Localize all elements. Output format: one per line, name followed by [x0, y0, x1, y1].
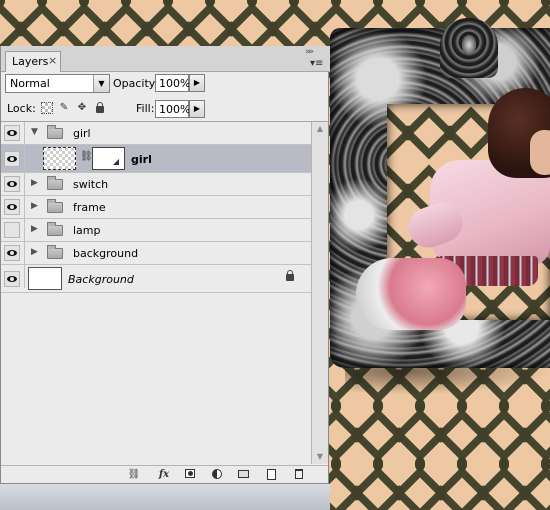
chain-link-icon[interactable]: ⛓	[80, 151, 93, 162]
delete-trash-icon[interactable]	[291, 468, 307, 482]
layer-thumbnail[interactable]	[43, 147, 76, 170]
visibility-toggle-off[interactable]	[4, 222, 20, 238]
add-mask-icon[interactable]	[182, 468, 198, 482]
blend-opacity-row: Normal ▼ Opacity: 100% ▶	[1, 72, 328, 98]
layer-name: girl	[73, 127, 91, 140]
blend-mode-value: Normal	[10, 77, 50, 90]
mask-corner-icon: ◢	[112, 157, 119, 166]
visibility-toggle[interactable]	[4, 176, 20, 192]
girl-face	[530, 130, 550, 175]
eye-icon	[7, 181, 17, 187]
padlock-icon	[286, 270, 294, 281]
eye-icon	[7, 204, 17, 210]
layer-row-switch-group[interactable]: ▶ switch	[1, 173, 311, 196]
layer-row-background-group[interactable]: ▶ background	[1, 242, 311, 265]
lock-transparent-pixels-icon[interactable]	[41, 102, 53, 114]
layer-row-frame-group[interactable]: ▶ frame	[1, 196, 311, 219]
row-divider	[24, 265, 25, 288]
layers-list: ▼ girl ⛓ ◢ girl ▶ switch ▶ frame ▶ lamp …	[1, 122, 311, 466]
panel-menu-icon[interactable]: ▾≡	[310, 58, 323, 69]
row-divider	[24, 145, 25, 173]
lock-label: Lock:	[7, 102, 36, 115]
layer-row-lamp-group[interactable]: ▶ lamp	[1, 219, 311, 242]
lock-image-pixels-brush-icon[interactable]: ✎	[58, 102, 70, 114]
blend-mode-select[interactable]: Normal ▼	[5, 74, 110, 93]
tab-layers[interactable]: Layers ×	[5, 51, 61, 72]
toy-bunny	[356, 258, 466, 330]
opacity-label: Opacity:	[113, 77, 159, 90]
layer-name: girl	[131, 153, 152, 166]
visibility-toggle[interactable]	[4, 245, 20, 261]
disclosure-collapsed-icon[interactable]: ▶	[31, 201, 38, 211]
visibility-toggle[interactable]	[4, 271, 20, 287]
chevron-down-icon[interactable]: ▼	[93, 75, 109, 92]
adjustment-layer-icon[interactable]	[209, 468, 225, 482]
lock-fill-row: Lock: ✎ ✥ Fill: 100% ▶	[1, 98, 328, 122]
lock-position-move-icon[interactable]: ✥	[76, 102, 88, 114]
new-group-folder-icon[interactable]	[235, 468, 251, 482]
opacity-input[interactable]: 100%	[155, 74, 190, 92]
layer-name: switch	[73, 178, 109, 191]
layer-name: frame	[73, 201, 106, 214]
fill-input[interactable]: 100%	[155, 100, 190, 118]
row-divider	[24, 122, 25, 145]
folder-icon	[47, 125, 63, 139]
folder-icon	[47, 176, 63, 190]
row-divider	[24, 196, 25, 219]
collapse-icon[interactable]: »»	[305, 47, 314, 57]
row-divider	[24, 173, 25, 196]
fill-label: Fill:	[136, 102, 155, 115]
layers-panel: Layers × »» ▾≡ Normal ▼ Opacity: 100% ▶ …	[0, 46, 330, 484]
layer-row-girl-group[interactable]: ▼ girl	[1, 122, 311, 145]
layer-name: background	[73, 247, 139, 260]
eye-icon	[7, 250, 17, 256]
disclosure-collapsed-icon[interactable]: ▶	[31, 178, 38, 188]
disclosure-expanded-icon[interactable]: ▼	[31, 127, 38, 137]
scroll-down-icon[interactable]: ▼	[312, 450, 328, 464]
opacity-slider-arrow-icon[interactable]: ▶	[189, 74, 205, 92]
disclosure-collapsed-icon[interactable]: ▶	[31, 247, 38, 257]
tab-layers-label: Layers	[12, 55, 49, 68]
tab-close-icon[interactable]: ×	[48, 54, 57, 67]
panel-footer: ⛓ fx	[1, 465, 328, 483]
new-layer-icon[interactable]	[263, 468, 279, 482]
frame-crest-ornament	[440, 18, 498, 78]
row-divider	[24, 219, 25, 242]
disclosure-collapsed-icon[interactable]: ▶	[31, 224, 38, 234]
scroll-up-icon[interactable]: ▲	[312, 122, 328, 136]
row-divider	[24, 242, 25, 265]
layer-name: Background	[68, 273, 134, 286]
layer-thumbnail[interactable]	[28, 267, 62, 290]
layer-row-background-layer[interactable]: Background	[1, 265, 311, 293]
eye-icon	[7, 276, 17, 282]
link-layers-icon[interactable]: ⛓	[126, 468, 142, 482]
padlock-icon	[96, 102, 104, 113]
visibility-toggle[interactable]	[4, 199, 20, 215]
layers-scrollbar[interactable]: ▲ ▼	[311, 122, 328, 464]
panel-titlebar[interactable]: Layers × »» ▾≡	[1, 46, 330, 72]
folder-icon	[47, 199, 63, 213]
layer-mask-thumbnail[interactable]: ◢	[92, 147, 125, 170]
folder-icon	[47, 245, 63, 259]
visibility-toggle[interactable]	[4, 125, 20, 141]
folder-icon	[47, 222, 63, 236]
visibility-toggle[interactable]	[4, 151, 20, 167]
layer-row-girl-layer[interactable]: ⛓ ◢ girl	[1, 145, 311, 173]
fill-slider-arrow-icon[interactable]: ▶	[189, 100, 205, 118]
lock-all-icon[interactable]	[94, 102, 106, 114]
layer-name: lamp	[73, 224, 101, 237]
eye-icon	[7, 156, 17, 162]
eye-icon	[7, 130, 17, 136]
canvas-bottom-strip	[0, 484, 330, 510]
fx-icon[interactable]: fx	[156, 468, 172, 482]
